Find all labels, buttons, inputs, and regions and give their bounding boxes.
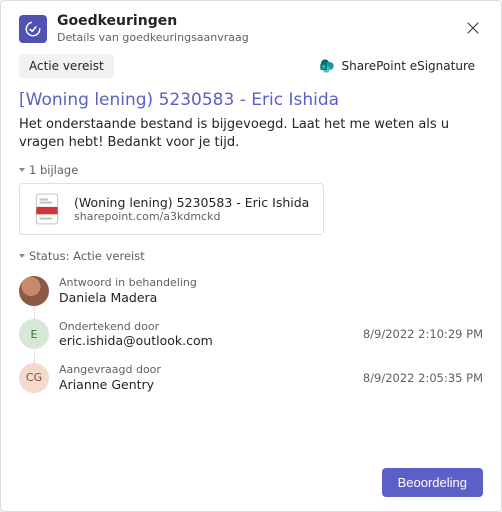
- chevron-down-icon: [19, 254, 25, 258]
- timeline-label: Aangevraagd door: [59, 363, 161, 377]
- attachment-name: (Woning lening) 5230583 - Eric Ishida: [74, 195, 309, 211]
- avatar: CG: [19, 363, 49, 393]
- action-required-chip: Actie vereist: [19, 54, 114, 78]
- panel-header: Goedkeuringen Details van goedkeuringsaa…: [19, 13, 483, 44]
- timeline-item-signed: E Ondertekend door eric.ishida@outlook.c…: [59, 313, 483, 356]
- status-timeline: Antwoord in behandeling Daniela Madera E…: [19, 269, 483, 399]
- close-button[interactable]: [463, 18, 483, 40]
- svg-text:S: S: [323, 65, 326, 71]
- attachment-item[interactable]: (Woning lening) 5230583 - Eric Ishida sh…: [19, 183, 324, 235]
- timeline-item-requested: CG Aangevraagd door Arianne Gentry 8/9/2…: [59, 356, 483, 399]
- panel-footer: Beoordeling: [19, 460, 483, 497]
- header-titles: Goedkeuringen Details van goedkeuringsaa…: [57, 13, 453, 44]
- app-subtitle: Details van goedkeuringsaanvraag: [57, 31, 453, 45]
- status-section-label[interactable]: Status: Actie vereist: [19, 249, 483, 263]
- attachments-count-label: 1 bijlage: [29, 163, 78, 177]
- action-row: Actie vereist S SharePoint eSignature: [19, 54, 483, 78]
- timeline-label: Ondertekend door: [59, 320, 213, 334]
- timeline-name: Arianne Gentry: [59, 377, 161, 393]
- close-icon: [467, 22, 479, 34]
- status-label-text: Status: Actie vereist: [29, 249, 145, 263]
- esignature-provider[interactable]: S SharePoint eSignature: [311, 54, 483, 78]
- request-body: Het onderstaande bestand is bijgevoegd. …: [19, 116, 483, 151]
- chevron-down-icon: [19, 168, 25, 172]
- avatar: [19, 276, 49, 306]
- timeline-time: 8/9/2022 2:10:29 PM: [363, 327, 483, 341]
- sharepoint-icon: S: [319, 58, 335, 74]
- timeline-name: Daniela Madera: [59, 290, 197, 306]
- pdf-file-icon: [30, 192, 64, 226]
- request-subject: [Woning lening) 5230583 - Eric Ishida: [19, 90, 483, 110]
- avatar: E: [19, 319, 49, 349]
- timeline-time: 8/9/2022 2:05:35 PM: [363, 371, 483, 385]
- attachments-section-label[interactable]: 1 bijlage: [19, 163, 483, 177]
- timeline-label: Antwoord in behandeling: [59, 276, 197, 290]
- approvals-app-icon: [19, 15, 47, 43]
- app-title: Goedkeuringen: [57, 13, 453, 31]
- attachment-text: (Woning lening) 5230583 - Eric Ishida sh…: [74, 195, 309, 224]
- approvals-panel: Goedkeuringen Details van goedkeuringsaa…: [0, 0, 502, 512]
- timeline-item-pending: Antwoord in behandeling Daniela Madera: [59, 269, 483, 312]
- attachment-url: sharepoint.com/a3kdmckd: [74, 210, 309, 224]
- timeline-name: eric.ishida@outlook.com: [59, 333, 213, 349]
- review-button[interactable]: Beoordeling: [382, 468, 483, 497]
- esignature-label: SharePoint eSignature: [341, 59, 475, 73]
